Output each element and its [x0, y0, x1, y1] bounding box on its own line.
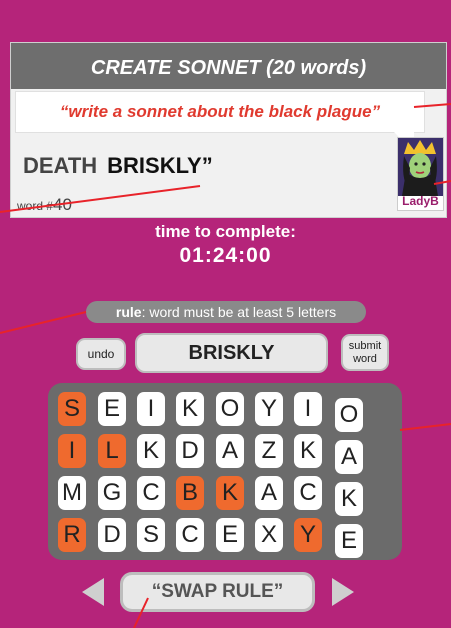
callout-line	[0, 311, 87, 334]
queen-avatar-icon	[398, 138, 443, 196]
letter-tile[interactable]: A	[335, 440, 363, 474]
letter-tile[interactable]: K	[176, 392, 204, 426]
letter-tile[interactable]: X	[255, 518, 283, 552]
letter-tile[interactable]: C	[176, 518, 204, 552]
current-word-field: BRISKLY	[135, 333, 328, 373]
letter-tile[interactable]: K	[335, 482, 363, 516]
letter-tile[interactable]: S	[137, 518, 165, 552]
submit-word-button[interactable]: submit word	[341, 334, 389, 371]
letter-tile[interactable]: K	[294, 434, 322, 468]
letter-tile[interactable]: M	[58, 476, 86, 510]
undo-button[interactable]: undo	[76, 338, 126, 370]
sonnet-word: DEATH	[23, 153, 98, 178]
letter-tile[interactable]: B	[176, 476, 204, 510]
letter-tile[interactable]: A	[255, 476, 283, 510]
letter-tile[interactable]: I	[58, 434, 86, 468]
next-arrow-icon[interactable]	[332, 578, 354, 606]
letter-tile[interactable]: S	[58, 392, 86, 426]
letter-tile[interactable]: E	[98, 392, 126, 426]
letter-tile[interactable]: C	[137, 476, 165, 510]
previous-arrow-icon[interactable]	[82, 578, 104, 606]
opponent-name: LadyB	[402, 194, 439, 208]
timer-value: 01:24:00	[179, 244, 272, 267]
letter-board: SEIKOYIOILKDAZKAMGCBKACKRDSCEXYE	[48, 383, 402, 560]
rule-label: rule	[115, 304, 142, 320]
prompt-text: “write a sonnet about the black plague”	[59, 102, 381, 121]
letter-tile[interactable]: R	[58, 518, 86, 552]
rule-text: : word must be at least 5 letters	[141, 304, 337, 320]
letter-tile[interactable]: I	[137, 392, 165, 426]
callout-line	[399, 423, 451, 431]
letter-tile[interactable]: D	[98, 518, 126, 552]
letter-tile[interactable]: Z	[255, 434, 283, 468]
rule-badge: rule: word must be at least 5 letters	[86, 301, 366, 323]
letter-tile[interactable]: L	[98, 434, 126, 468]
prompt-bubble: “write a sonnet about the black plague”	[15, 91, 425, 152]
letter-tile[interactable]: O	[216, 392, 244, 426]
letter-tile[interactable]: K	[137, 434, 165, 468]
timer-label: time to complete:	[155, 222, 296, 241]
sonnet-text: DEATH BRISKLY”	[23, 153, 213, 179]
word-count-label: word #	[17, 199, 54, 213]
letter-tile[interactable]: E	[335, 524, 363, 558]
letter-tile[interactable]: O	[335, 398, 363, 432]
letter-tile[interactable]: E	[216, 518, 244, 552]
letter-tile[interactable]: G	[98, 476, 126, 510]
word-count: word #40	[17, 195, 72, 215]
letter-tile[interactable]: Y	[255, 392, 283, 426]
letter-tile[interactable]: I	[294, 392, 322, 426]
prompt-card: CREATE SONNET (20 words) “write a sonnet…	[10, 42, 447, 218]
page-title: CREATE SONNET (20 words)	[11, 43, 446, 89]
sonnet-word: BRISKLY”	[107, 153, 213, 178]
letter-tile[interactable]: C	[294, 476, 322, 510]
opponent-avatar[interactable]: LadyB	[397, 137, 444, 211]
word-count-value: 40	[53, 195, 72, 214]
letter-tile[interactable]: D	[176, 434, 204, 468]
letter-tile[interactable]: Y	[294, 518, 322, 552]
letter-tile[interactable]: K	[216, 476, 244, 510]
letter-tile[interactable]: A	[216, 434, 244, 468]
swap-rule-button[interactable]: “SWAP RULE”	[120, 572, 315, 612]
